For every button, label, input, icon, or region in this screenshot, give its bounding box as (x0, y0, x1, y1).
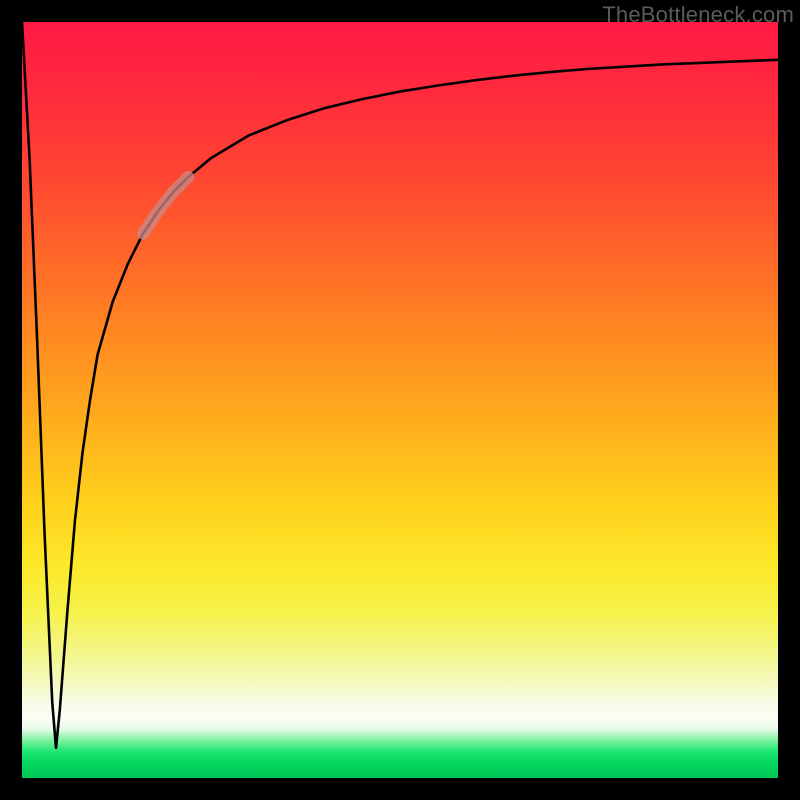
highlighted-segment (143, 177, 188, 234)
curve-layer (22, 22, 778, 778)
plot-area (22, 22, 778, 778)
chart-frame: TheBottleneck.com (0, 0, 800, 800)
bottleneck-curve (22, 22, 778, 748)
watermark-text: TheBottleneck.com (602, 2, 794, 28)
